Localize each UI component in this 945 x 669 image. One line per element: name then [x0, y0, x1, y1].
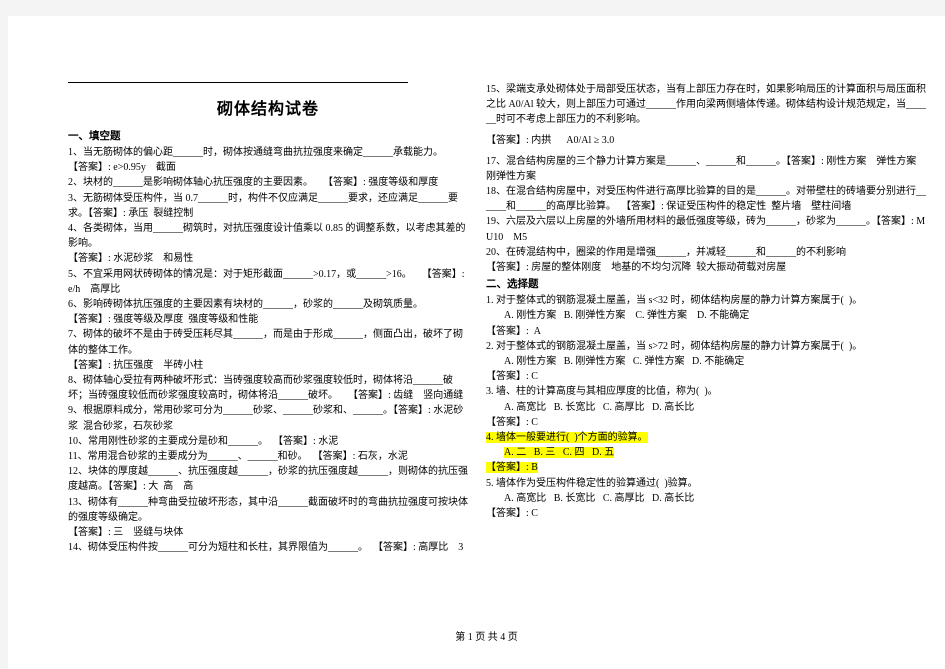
question-stem: 1. 对于整体式的钢筋混凝土屋盖，当 s<32 时，砌体结构房屋的静力计算方案属…	[486, 295, 863, 307]
right-column: 15、梁端支承处砌体处于局部受压状态，当有上部压力存在时，如果影响局压的计算面积…	[486, 16, 928, 521]
fill-line: 15、梁端支承处砌体处于局部受压状态，当有上部压力存在时，如果影响局压的计算面积…	[486, 84, 926, 126]
fill-line: 14、砌体受压构件按______可分为短柱和长柱，其界限值为______。 【答…	[68, 542, 464, 554]
answer-line: 【答案】: 强度等级及厚度 强度等级和性能	[68, 314, 259, 326]
section-heading-choice: 二、选择题	[486, 279, 539, 291]
fill-line: 11、常用混合砂浆的主要成分为______、______和砂。 【答案】: 石灰…	[68, 451, 408, 463]
document-page: 砌体结构试卷 一、填空题 1、当无筋砌体的偏心距______时，砌体按通缝弯曲抗…	[8, 16, 945, 669]
right-column-spacer	[486, 16, 928, 82]
page-title: 砌体结构试卷	[216, 101, 319, 118]
fill-line: 5、不宜采用网状砖砌体的情况是：对于矩形截面______>0.17，或_____…	[68, 268, 468, 295]
fill-line: 20、在砖混结构中，圈梁的作用是增强______，并减轻______和_____…	[486, 246, 846, 258]
highlight-mark: A. 二 B. 三 C. 四 D. 五	[504, 447, 615, 459]
question-stem: 5. 墙体作为受压构件稳定性的验算通过( )验算。	[486, 477, 698, 489]
question-options: A. 高宽比 B. 长宽比 C. 高厚比 D. 高长比	[504, 492, 695, 504]
page-footer: 第 1 页 共 4 页	[8, 628, 945, 643]
answer-line: 【答案】: 抗压强度 半砖小柱	[68, 359, 204, 371]
question-answer-highlighted: 【答案】: B	[486, 460, 928, 475]
fill-line: 1、当无筋砌体的偏心距______时，砌体按通缝弯曲抗拉强度来确定______承…	[68, 147, 443, 158]
header-rule	[68, 82, 408, 83]
fill-line: 19、六层及六层以上房屋的外墙所用材料的最低强度等级，砖为______，砂浆为_…	[486, 216, 926, 243]
answer-line: 【答案】: e>0.95y 截面	[68, 162, 176, 174]
fill-line: 9、根据原料成分，常用砂浆可分为______砂浆、______砂浆和、_____…	[68, 405, 464, 432]
fill-line: 7、砌体的破坏不是由于砖受压耗尽其______，而是由于形成______，侧面凸…	[68, 329, 463, 356]
fill-line: 4、各类砌体，当用______砌筑时，对抗压强度设计值乘以 0.85 的调整系数…	[68, 223, 466, 250]
fill-line: 6、影响砖砌体抗压强度的主要因素有块材的______，砂浆的______及砌筑质…	[68, 299, 423, 311]
fill-line: 12、块体的厚度越______、抗压强度越______，砂浆的抗压强度越____…	[68, 466, 468, 493]
fill-line: 2、块材的______是影响砌体轴心抗压强度的主要因素。 【答案】: 强度等级和…	[68, 177, 439, 189]
left-column: 砌体结构试卷 一、填空题 1、当无筋砌体的偏心距______时，砌体按通缝弯曲抗…	[68, 16, 468, 555]
fill-line: 18、在混合结构房屋中，对受压构件进行高厚比验算的目的是______。对带壁柱的…	[486, 186, 926, 213]
answer-line: 【答案】: 三 竖缝与块体	[68, 527, 184, 539]
question-options: A. 高宽比 B. 长宽比 C. 高厚比 D. 高长比	[504, 401, 695, 413]
question-answer: 【答案】: C	[486, 508, 538, 520]
highlight-mark: 【答案】: B	[486, 462, 538, 474]
fill-line: 8、砌体轴心受拉有两种破坏形式：当砖强度较高而砂浆强度较低时，砌体将沿_____…	[68, 375, 464, 402]
answer-line: 【答案】: 水泥砂浆 和易性	[68, 253, 194, 265]
question-stem-highlighted: 4. 墙体一般要进行( )个方面的验算。	[486, 430, 928, 445]
answer-line: 【答案】: 房屋的整体刚度 地基的不均匀沉降 较大振动荷载对房屋	[486, 262, 787, 274]
question-answer: 【答案】: A	[486, 325, 541, 337]
fill-line: 3、无筋砌体受压构件，当 0.7______时，构件不仅应满足______要求，…	[68, 192, 458, 219]
question-answer: 【答案】: C	[486, 371, 538, 383]
page-number: 第 1 页 共 4 页	[455, 632, 518, 643]
question-options: A. 刚性方案 B. 刚弹性方案 C. 弹性方案 D. 不能确定	[504, 310, 750, 322]
section-heading-fill-in: 一、填空题	[68, 131, 121, 142]
question-stem: 2. 对于整体式的钢筋混凝土屋盖，当 s>72 时，砌体结构房屋的静力计算方案属…	[486, 340, 863, 352]
answer-line-formula: 【答案】: 内拱 A0/Al ≥ 3.0	[486, 134, 615, 146]
fill-line: 10、常用刚性砂浆的主要成分是砂和______。 【答案】: 水泥	[68, 435, 339, 447]
question-options-highlighted: A. 二 B. 三 C. 四 D. 五	[486, 445, 928, 460]
highlight-mark: 4. 墙体一般要进行( )个方面的验算。	[486, 432, 648, 444]
question-stem: 3. 墙、柱的计算高度与其相应厚度的比值，称为( )。	[486, 386, 718, 398]
fill-line: 13、砌体有______种弯曲受拉破坏形态，其中沿______截面破坏时的弯曲抗…	[68, 496, 468, 523]
document-body: 砌体结构试卷 一、填空题 1、当无筋砌体的偏心距______时，砌体按通缝弯曲抗…	[8, 16, 945, 669]
fill-line: 17、混合结构房屋的三个静力计算方案是______、______和______。…	[486, 155, 927, 182]
question-answer: 【答案】: C	[486, 416, 538, 428]
question-options: A. 刚性方案 B. 刚弹性方案 C. 弹性方案 D. 不能确定	[504, 356, 745, 368]
